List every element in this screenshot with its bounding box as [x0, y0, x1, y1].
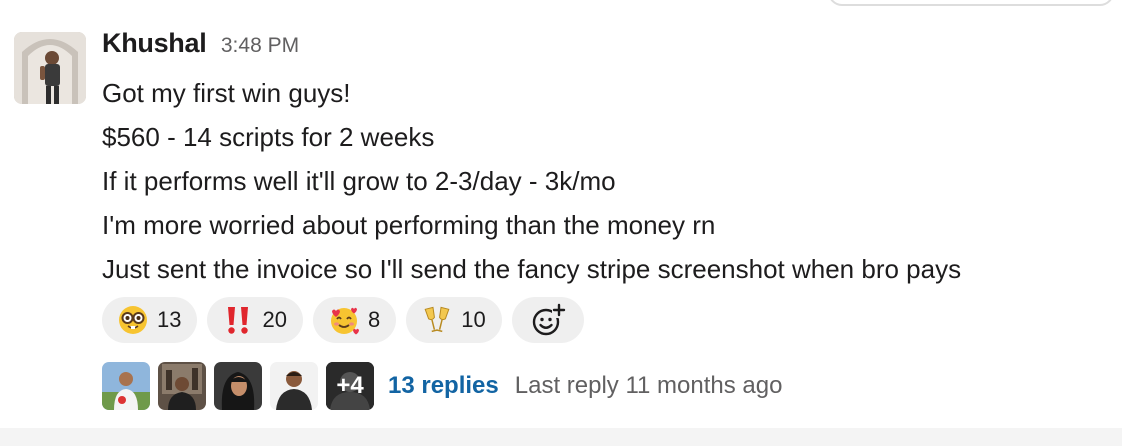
smiling-face-with-hearts-icon [330, 307, 359, 335]
more-repliers-count: +4 [336, 372, 364, 399]
message-body: Got my first win guys! $560 - 14 scripts… [102, 71, 961, 291]
reaction-smiling-face-with-hearts[interactable]: 8 [312, 297, 397, 343]
message-line: Got my first win guys! [102, 78, 351, 108]
sender-avatar[interactable] [14, 32, 86, 104]
message-timestamp[interactable]: 3:48 PM [221, 34, 299, 57]
last-reply-text: Last reply 11 months ago [514, 372, 783, 399]
reaction-nerd-face[interactable]: 13 [102, 297, 198, 343]
reaction-count: 8 [367, 307, 381, 332]
add-reaction-icon [532, 303, 566, 336]
sender-name[interactable]: Khushal [102, 28, 207, 58]
thread-summary[interactable]: +4 13 replies Last reply 11 months ago [102, 362, 782, 410]
message-header: Khushal 3:48 PM [102, 28, 299, 68]
replier-avatar [214, 362, 262, 410]
message-line: If it performs well it'll grow to 2-3/da… [102, 166, 616, 196]
reaction-count: 10 [461, 307, 486, 332]
reaction-count: 20 [262, 307, 287, 332]
reaction-clinking-glasses[interactable]: 10 [406, 297, 502, 343]
replier-avatar [270, 362, 318, 410]
add-reaction-button[interactable] [511, 297, 584, 343]
next-message-divider [0, 428, 1122, 446]
message-line: Just sent the invoice so I'll send the f… [102, 254, 962, 284]
replier-avatar [102, 362, 150, 410]
replier-avatar-photo [214, 362, 262, 410]
reaction-double-exclamation[interactable]: 20 [207, 297, 303, 343]
replier-avatar [158, 362, 206, 410]
clinking-glasses-icon [424, 306, 450, 333]
replier-avatar-photo [270, 362, 318, 410]
message-line: $560 - 14 scripts for 2 weeks [102, 122, 435, 152]
replier-avatar-photo [102, 362, 150, 410]
nerd-face-icon [119, 306, 147, 334]
message-line: I'm more worried about performing than t… [102, 210, 716, 240]
reply-count-link[interactable]: 13 replies [388, 372, 499, 400]
sender-avatar-photo [14, 32, 86, 104]
reaction-count: 13 [157, 307, 182, 332]
replier-avatar-photo [158, 362, 206, 410]
more-repliers-avatar: +4 [326, 362, 374, 410]
double-exclamation-icon [228, 307, 249, 334]
message: Khushal 3:48 PM Got my first win guys! $… [0, 0, 1122, 428]
reactions-bar: 13 20 8 10 [102, 297, 594, 343]
